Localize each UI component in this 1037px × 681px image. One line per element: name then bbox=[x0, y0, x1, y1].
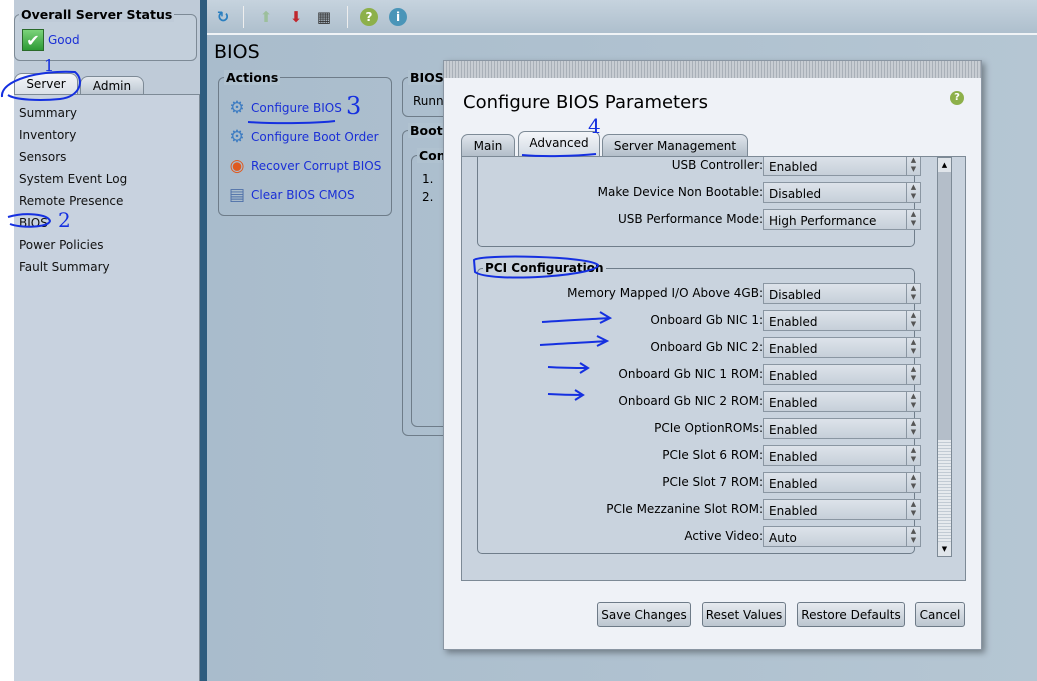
annotation-arrow bbox=[539, 335, 610, 347]
annotation-arrow bbox=[541, 311, 613, 324]
annotation-arrow bbox=[547, 362, 590, 374]
annotation-circle-pci bbox=[472, 255, 600, 279]
annotation-number: 1 bbox=[44, 56, 55, 75]
annotation-circle-bios bbox=[7, 213, 52, 228]
annotation-strokes bbox=[1, 70, 613, 401]
annotation-number: 4 bbox=[588, 114, 601, 138]
annotation-underline-configure bbox=[247, 120, 336, 125]
annotation-number: 3 bbox=[346, 92, 362, 120]
annotation-underline-advanced bbox=[521, 153, 597, 158]
annotation-circle-server bbox=[1, 70, 81, 101]
annotation-number: 2 bbox=[58, 208, 71, 232]
annotation-arrow bbox=[547, 389, 585, 401]
